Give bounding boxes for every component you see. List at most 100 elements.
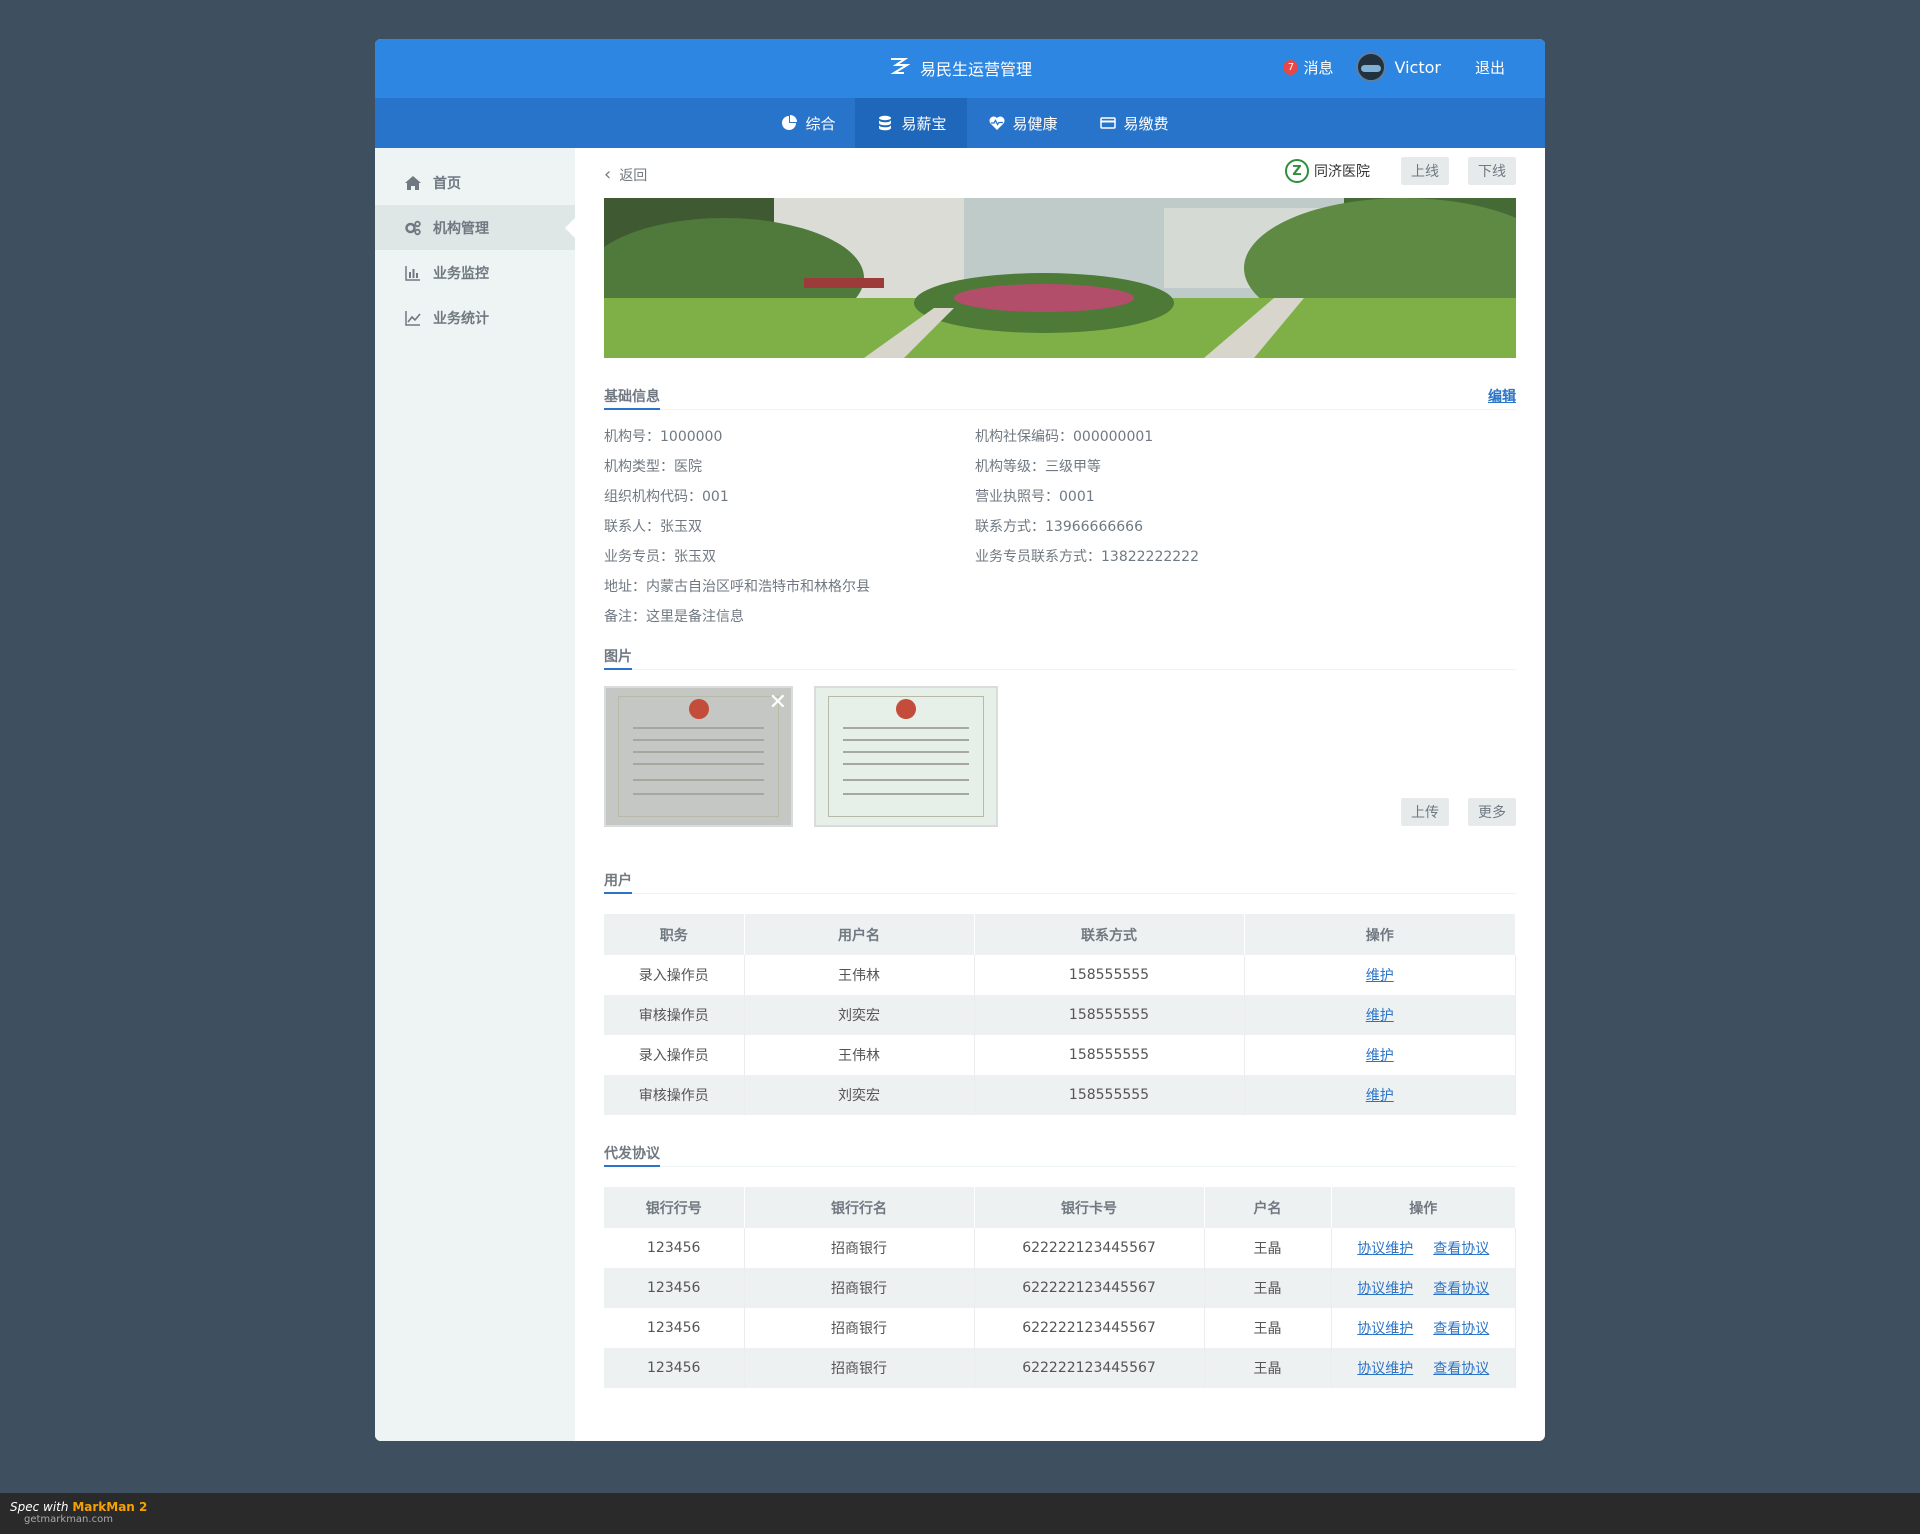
table-row: 录入操作员 王伟林 158555555 维护 [604, 955, 1516, 995]
certificate-scan [618, 696, 779, 817]
maintain-link[interactable]: 维护 [1366, 1048, 1394, 1064]
table-row: 123456 招商银行 622222123445567 王晶 协议维护 查看协议 [604, 1348, 1516, 1388]
info-license-no: 营业执照号：0001 [975, 489, 1095, 505]
org-banner-image [604, 198, 1516, 358]
brand-logo-icon [890, 58, 910, 74]
info-phone: 联系方式：13966666666 [975, 519, 1143, 535]
license-image[interactable]: ✕ [604, 686, 793, 827]
tab-label: 易缴费 [1123, 114, 1169, 133]
tab-yijiankang[interactable]: 易健康 [967, 98, 1078, 148]
table-row: 录入操作员 王伟林 158555555 维护 [604, 1035, 1516, 1075]
info-org-code: 组织机构代码：001 [604, 489, 729, 505]
avatar[interactable] [1355, 52, 1386, 82]
cell: 审核操作员 [604, 995, 745, 1035]
bar-chart-icon [405, 265, 420, 281]
close-icon[interactable]: ✕ [769, 692, 787, 714]
license-image[interactable] [814, 686, 998, 827]
maintain-link[interactable]: 维护 [1366, 1008, 1394, 1024]
cell: 王晶 [1204, 1348, 1332, 1388]
agreement-maintain-link[interactable]: 协议维护 [1357, 1241, 1413, 1257]
detail-header: ‹ 返回 Z 同济医院 上线 下线 [604, 148, 1516, 198]
back-link[interactable]: ‹ 返回 [604, 165, 647, 185]
cell: 王晶 [1204, 1268, 1332, 1308]
info-contact: 联系人：张玉双 [604, 519, 702, 535]
offline-button[interactable]: 下线 [1468, 157, 1516, 185]
view-agreement-link[interactable]: 查看协议 [1433, 1281, 1489, 1297]
info-social-code: 机构社保编码：000000001 [975, 429, 1154, 445]
tab-yixinbao[interactable]: 易薪宝 [855, 98, 967, 148]
maintain-link[interactable]: 维护 [1366, 968, 1394, 984]
column-header: 联系方式 [974, 914, 1245, 955]
table-row: 审核操作员 刘奕宏 158555555 维护 [604, 995, 1516, 1035]
cell: 622222123445567 [974, 1348, 1205, 1388]
markman-watermark: Spec with MarkMan 2 getmarkman.com [0, 1493, 1920, 1534]
upload-button[interactable]: 上传 [1401, 798, 1449, 826]
info-remark: 备注：这里是备注信息 [604, 609, 744, 625]
cell: 622222123445567 [974, 1308, 1205, 1348]
tab-yijiaofei[interactable]: 易缴费 [1078, 98, 1189, 148]
sidebar-item-home[interactable]: 首页 [375, 160, 575, 205]
info-agent-phone: 业务专员联系方式：13822222222 [975, 549, 1199, 565]
maintain-link[interactable]: 维护 [1366, 1088, 1394, 1104]
agreement-maintain-link[interactable]: 协议维护 [1357, 1321, 1413, 1337]
agreement-maintain-link[interactable]: 协议维护 [1357, 1281, 1413, 1297]
view-agreement-link[interactable]: 查看协议 [1433, 1361, 1489, 1377]
view-agreement-link[interactable]: 查看协议 [1433, 1241, 1489, 1257]
cell: 维护 [1244, 955, 1516, 995]
org-name: 同济医院 [1314, 164, 1370, 180]
agreements-header: 代发协议 [604, 1143, 1516, 1167]
sidebar-item-label: 首页 [433, 175, 461, 192]
brand: 易民生运营管理 [888, 55, 1032, 81]
cell: 招商银行 [744, 1308, 975, 1348]
column-header: 操作 [1331, 1187, 1516, 1228]
logout-button[interactable]: 退出 [1475, 57, 1505, 78]
info-org-level: 机构等级：三级甲等 [975, 459, 1101, 475]
sidebar-item-org-management[interactable]: 机构管理 [375, 205, 576, 250]
basic-info-header: 基础信息 编辑 [604, 386, 1516, 410]
edit-link[interactable]: 编辑 [1488, 386, 1516, 406]
sidebar-item-label: 机构管理 [433, 220, 489, 237]
home-icon [405, 175, 421, 190]
agreements-table: 银行行号 银行行名 银行卡号 户名 操作 123456 招商银行 622222123… [604, 1187, 1516, 1388]
watermark-brand: MarkMan 2 [72, 1500, 148, 1514]
heart-pulse-icon [988, 116, 1005, 130]
watermark-url: getmarkman.com [24, 1514, 113, 1525]
cell: 王伟林 [744, 1035, 975, 1075]
seal-icon [688, 699, 709, 719]
cell: 协议维护 查看协议 [1331, 1348, 1516, 1388]
cell: 622222123445567 [974, 1228, 1205, 1268]
agreement-maintain-link[interactable]: 协议维护 [1357, 1361, 1413, 1377]
sidebar: 首页 机构管理 业务监控 业务统计 [375, 148, 576, 1441]
tab-zonghe[interactable]: 综合 [759, 98, 855, 148]
section-title: 代发协议 [604, 1143, 660, 1167]
online-button[interactable]: 上线 [1401, 157, 1449, 185]
cell: 刘奕宏 [744, 1075, 975, 1115]
cell: 维护 [1244, 1035, 1516, 1075]
column-header: 银行行名 [744, 1187, 975, 1228]
table-row: 审核操作员 刘奕宏 158555555 维护 [604, 1075, 1516, 1115]
view-agreement-link[interactable]: 查看协议 [1433, 1321, 1489, 1337]
cell: 录入操作员 [604, 1035, 745, 1075]
sidebar-item-monitoring[interactable]: 业务监控 [375, 250, 575, 295]
chevron-left-icon: ‹ [604, 164, 612, 185]
database-icon [879, 115, 892, 131]
cell: 123456 [604, 1348, 745, 1388]
section-title: 图片 [604, 646, 632, 670]
sidebar-item-statistics[interactable]: 业务统计 [375, 295, 575, 340]
cell: 123456 [604, 1228, 745, 1268]
line-chart-icon [405, 310, 421, 326]
cell: 招商银行 [744, 1268, 975, 1308]
username[interactable]: Victor [1395, 58, 1441, 77]
app-title: 易民生运营管理 [920, 60, 1033, 79]
section-title: 用户 [604, 870, 632, 894]
info-address: 地址：内蒙古自治区呼和浩特市和林格尔县 [604, 579, 870, 595]
more-button[interactable]: 更多 [1468, 798, 1516, 826]
pictures-header: 图片 [604, 646, 1516, 670]
user-area: 7 消息 Victor 退出 [1283, 52, 1505, 82]
messages-button[interactable]: 7 消息 [1283, 57, 1334, 78]
messages-label: 消息 [1303, 58, 1334, 77]
cell: 审核操作员 [604, 1075, 745, 1115]
users-table: 职务 用户名 联系方式 操作 录入操作员 王伟林 158555555 维护 审核操作员… [604, 914, 1516, 1115]
cell: 招商银行 [744, 1348, 975, 1388]
credit-card-icon [1099, 117, 1116, 129]
